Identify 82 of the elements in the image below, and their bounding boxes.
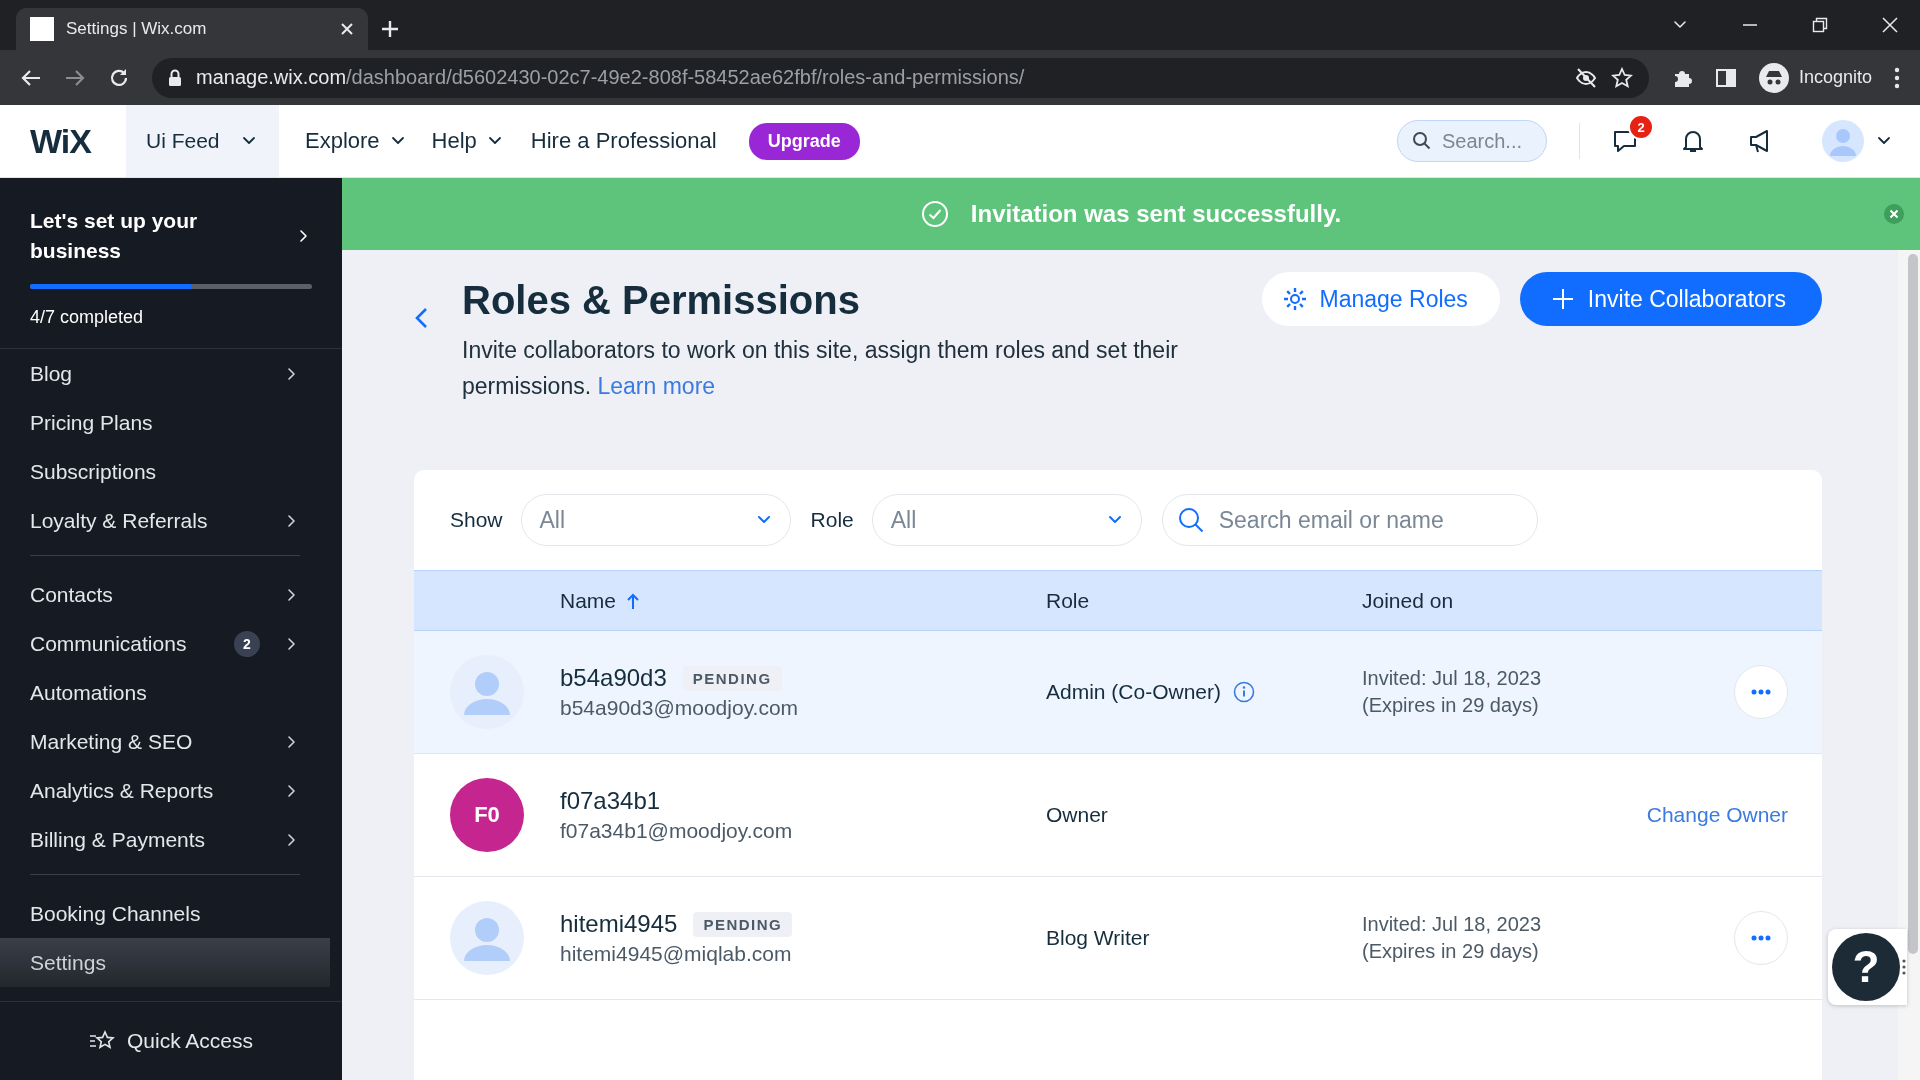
filter-label: Show: [450, 508, 503, 532]
nav-menu[interactable]: Explore: [305, 128, 406, 154]
upgrade-button[interactable]: Upgrade: [748, 122, 860, 160]
bell-icon[interactable]: [1680, 128, 1706, 154]
close-icon[interactable]: [1882, 17, 1898, 33]
close-icon[interactable]: [340, 22, 354, 36]
plus-icon: [1551, 288, 1574, 310]
side-panel-icon[interactable]: [1714, 66, 1737, 89]
manage-roles-button[interactable]: Manage Roles: [1261, 272, 1500, 326]
drag-handle-icon: [1902, 958, 1906, 976]
progress-text: 4/7 completed: [30, 307, 145, 328]
collaborator-name: f07a34b1: [560, 787, 661, 815]
change-owner-link[interactable]: Change Owner: [1646, 803, 1788, 826]
invite-date: (Expires in 29 days): [1362, 939, 1539, 964]
url-text: manage.wix.com/dashboard/d5602430-02c7-49e2-808f-58452ae62fbf/roles-and-permissions/: [196, 66, 1026, 89]
collaborator-name: b54a90d3: [560, 664, 667, 692]
invite-date: (Expires in 29 days): [1362, 693, 1539, 718]
scrollbar-thumb[interactable]: [1908, 254, 1918, 954]
browser-tab[interactable]: Settings | Wix.com: [16, 8, 368, 50]
initials-avatar: F0: [450, 778, 524, 852]
collaborator-name: hitemi4945: [560, 910, 678, 938]
table-row[interactable]: b54a90d3 PENDING b54a90d3@moodjoy.com Admin (Co-Owner) Invited: Jul 18, 2023 (Expires in 29 days): [414, 631, 1822, 754]
site-selector[interactable]: Ui Feed: [126, 105, 279, 177]
count-badge: 2: [234, 630, 260, 657]
eye-off-icon[interactable]: [1574, 67, 1597, 88]
role-text: Blog Writer: [1046, 926, 1150, 950]
profile-label[interactable]: Incognito: [1798, 67, 1872, 88]
collaborator-email: hitemi4945@miqlab.com: [560, 942, 792, 966]
restore-icon[interactable]: [1812, 17, 1828, 33]
filter-label: Role: [810, 508, 854, 532]
wix-logo[interactable]: WiX: [0, 121, 126, 161]
role-text: Owner: [1046, 803, 1108, 827]
incognito-icon: [1758, 62, 1789, 93]
column-header[interactable]: Role: [1046, 588, 1090, 613]
avatar-icon: [450, 655, 524, 729]
page-description: Invite collaborators to work on this site, assign them roles and set their permissions. Learn more: [462, 336, 1179, 401]
sidebar-item[interactable]: Loyalty & Referrals: [0, 496, 330, 545]
sidebar-item[interactable]: Subscriptions: [0, 447, 330, 496]
avatar-icon: [450, 901, 524, 975]
status-badge: PENDING: [693, 911, 793, 937]
sidebar-item[interactable]: Communications 2: [0, 619, 330, 668]
setup-title: Let's set up your business: [30, 208, 199, 264]
collaborator-email: f07a34b1@moodjoy.com: [560, 819, 793, 843]
setup-card[interactable]: Let's set up your business: [30, 206, 312, 266]
nav-menu[interactable]: Help: [431, 128, 503, 154]
more-icon: [1751, 935, 1771, 941]
collaborator-email: b54a90d3@moodjoy.com: [560, 696, 799, 720]
invite-date: Invited: Jul 18, 2023: [1362, 912, 1541, 937]
new-tab-icon[interactable]: [380, 19, 400, 39]
check-circle-icon: [920, 200, 949, 228]
avatar-icon: [1822, 120, 1864, 162]
info-icon[interactable]: [1233, 681, 1256, 703]
invite-collaborators-button[interactable]: Invite Collaborators: [1519, 272, 1822, 326]
banner-message: Invitation was sent successfully.: [970, 200, 1342, 228]
help-button[interactable]: ?: [1832, 933, 1900, 1001]
search-icon: [1176, 506, 1205, 534]
sidebar-item[interactable]: Pricing Plans: [0, 398, 330, 447]
learn-more-link[interactable]: Learn more: [597, 373, 716, 399]
search-icon: [1412, 131, 1432, 151]
sidebar-item[interactable]: Analytics & Reports: [0, 766, 330, 815]
sidebar-item[interactable]: Automations: [0, 668, 330, 717]
sidebar-item[interactable]: Settings: [0, 938, 330, 987]
status-badge: PENDING: [682, 665, 782, 691]
sidebar-item[interactable]: Marketing & SEO: [0, 717, 330, 766]
tab-title: Settings | Wix.com: [66, 19, 208, 39]
sidebar-item[interactable]: Billing & Payments: [0, 815, 330, 864]
lock-icon: [168, 68, 182, 87]
nav-link[interactable]: Hire a Professional: [530, 128, 717, 154]
invite-date: Invited: Jul 18, 2023: [1362, 666, 1541, 691]
more-icon: [1751, 689, 1771, 695]
bookmark-star-icon[interactable]: [1610, 66, 1633, 89]
sidebar-item[interactable]: Contacts: [0, 570, 330, 619]
sidebar-item[interactable]: Booking Channels: [0, 889, 330, 938]
sparkle-star-icon: [88, 1030, 115, 1052]
quick-access-button[interactable]: Quick Access: [0, 1002, 342, 1080]
notification-badge: 2: [1628, 114, 1654, 140]
role-text: Admin (Co-Owner): [1046, 680, 1222, 704]
column-header[interactable]: Joined on: [1362, 588, 1454, 613]
sidebar-item[interactable]: Blog: [0, 349, 330, 398]
page-title: Roles & Permissions: [462, 277, 861, 324]
kebab-menu-icon[interactable]: [1894, 66, 1900, 89]
column-header[interactable]: Name: [560, 588, 641, 613]
